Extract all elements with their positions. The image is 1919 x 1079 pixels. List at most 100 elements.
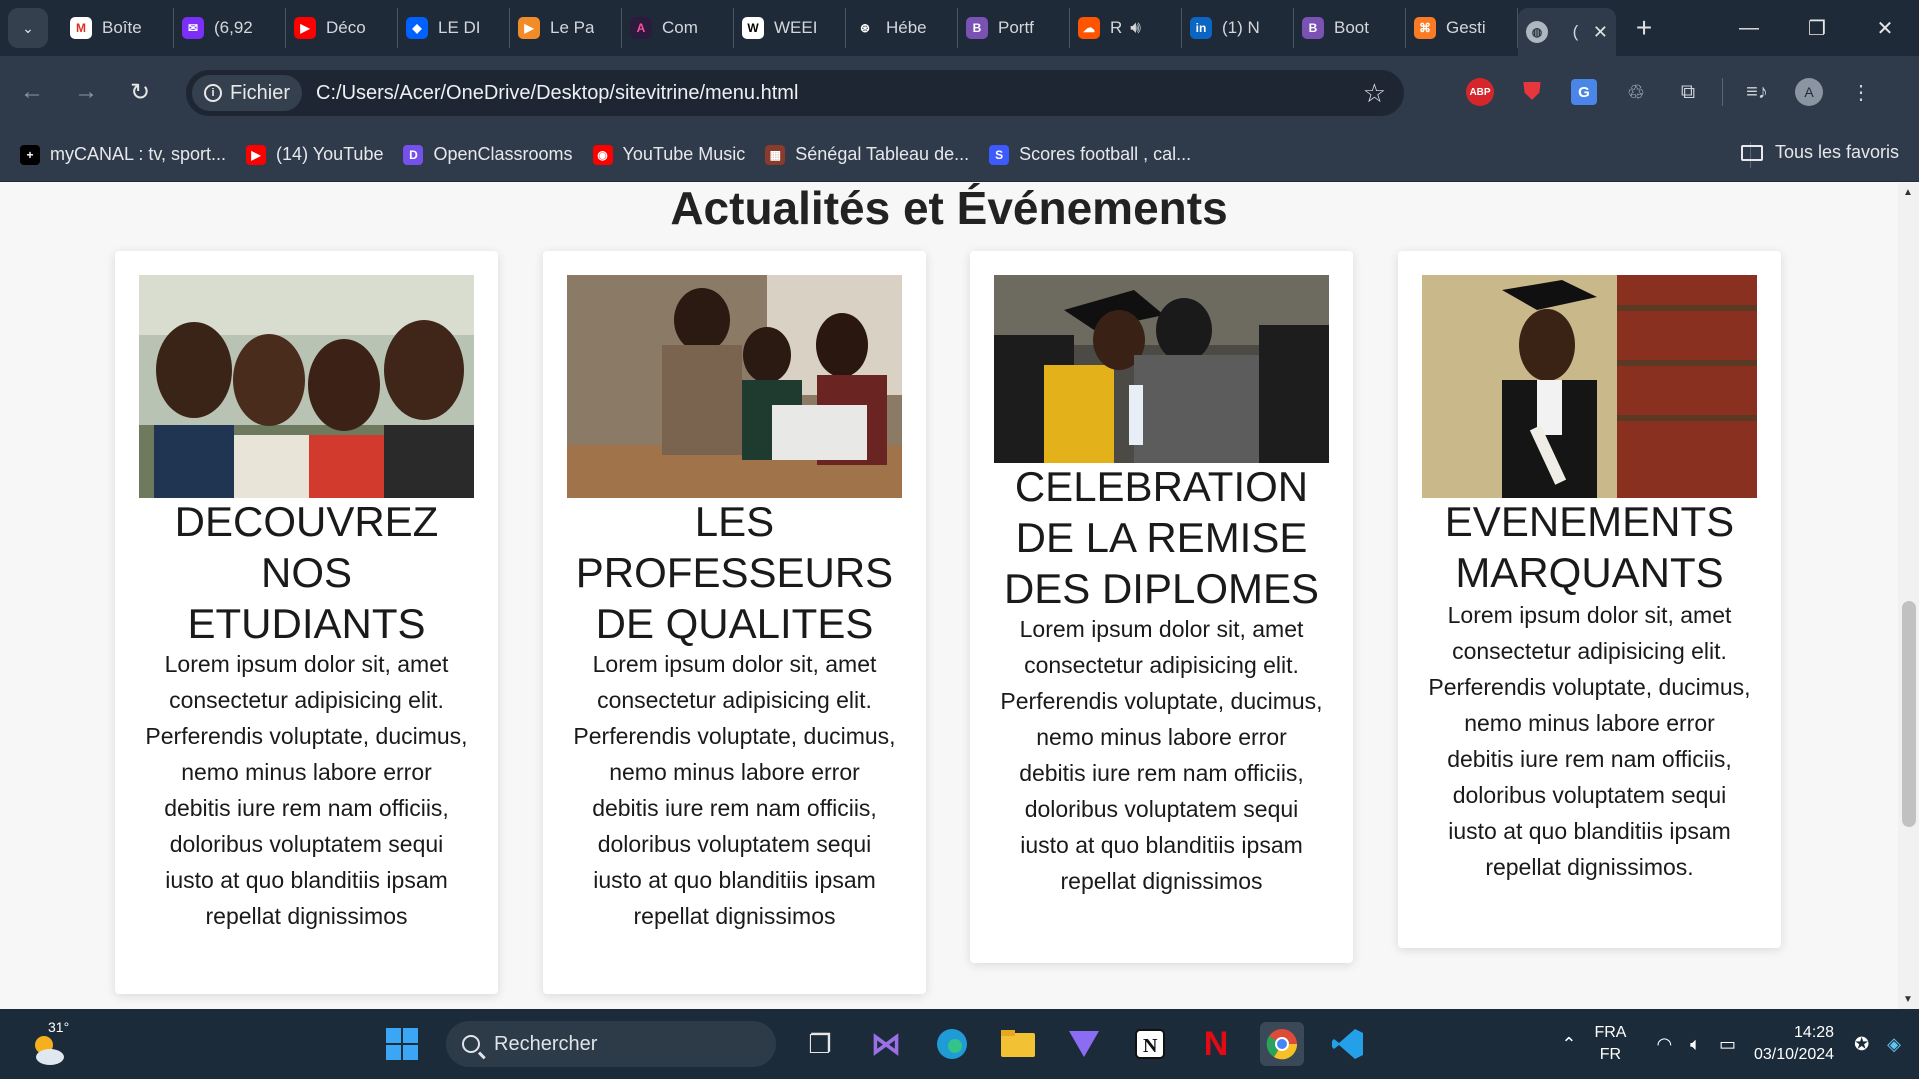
tab-label: Com [662, 18, 698, 37]
tab[interactable]: W WEEI [734, 8, 846, 48]
scroll-down-icon[interactable]: ▼ [1903, 994, 1913, 1005]
card-image [1422, 275, 1757, 498]
google-translate-icon[interactable]: G [1571, 79, 1597, 105]
bookmark-item[interactable]: ▦ Sénégal Tableau de... [765, 144, 969, 165]
scroll-up-icon[interactable]: ▲ [1903, 187, 1913, 198]
tab-audio-icon[interactable]: 🔊︎ [1130, 18, 1141, 38]
bookmark-item[interactable]: + myCANAL : tv, sport... [20, 144, 226, 165]
battery-icon[interactable]: ▭ [1719, 1034, 1736, 1055]
card-title: CELEBRATION DE LA REMISE DES DIPLOMES [1003, 463, 1320, 612]
copilot-icon[interactable]: ◈ [1887, 1034, 1901, 1055]
tab[interactable]: ✉ (6,92 [174, 8, 286, 48]
tab-favicon-icon: ◆ [406, 17, 428, 39]
tab-label: Le Pa [550, 18, 595, 37]
forward-button[interactable]: → [64, 70, 108, 114]
toolbar-divider [1722, 78, 1723, 106]
bookmark-item[interactable]: ◉ YouTube Music [592, 144, 745, 165]
bookmark-star-icon[interactable]: ☆ [1363, 78, 1386, 109]
tab[interactable]: B Boot [1294, 8, 1406, 48]
notion-icon[interactable]: N [1128, 1022, 1172, 1066]
new-tab-button[interactable]: + [1624, 8, 1664, 48]
card-text: Lorem ipsum dolor sit, amet consectetur … [1428, 602, 1751, 880]
card-image [994, 275, 1329, 463]
taskbar-search[interactable]: Rechercher [446, 1021, 776, 1067]
page-scrollbar[interactable]: ▲ ▼ [1898, 183, 1919, 1009]
bookmark-label: Sénégal Tableau de... [795, 144, 970, 164]
url-text[interactable]: C:/Users/Acer/OneDrive/Desktop/sitevitri… [316, 82, 798, 105]
proton-vpn-icon[interactable] [1062, 1022, 1106, 1066]
system-tray: ⌃ FRA FR ◠ 🔈︎ ▭ 14:28 03/10/2024 ✪ ◈ [1561, 1009, 1919, 1079]
profile-avatar[interactable]: A [1795, 78, 1823, 106]
tab[interactable]: ▶ Le Pa [510, 8, 622, 48]
tab-favicon-icon: ⊛ [854, 17, 876, 39]
tab[interactable]: M Boîte [62, 8, 174, 48]
tab-label: ( [1572, 22, 1579, 41]
task-view-icon[interactable]: ❐ [798, 1022, 842, 1066]
tab-label: Gesti [1446, 18, 1486, 37]
shield-icon[interactable]: ⛊ [1514, 74, 1550, 110]
extensions-puzzle-icon[interactable]: ⧉ [1670, 74, 1706, 110]
tab-favicon-icon: B [966, 17, 988, 39]
browser-toolbar: ← → ↻ i Fichier C:/Users/Acer/OneDrive/D… [0, 56, 1919, 128]
tab-search-button[interactable]: ⌄ [8, 8, 48, 48]
weather-widget[interactable]: 31° [28, 1019, 78, 1069]
address-bar[interactable]: i Fichier C:/Users/Acer/OneDrive/Desktop… [186, 70, 1404, 116]
restore-button[interactable]: ❐ [1783, 0, 1851, 56]
tab[interactable]: A Com [622, 8, 734, 48]
volume-icon[interactable]: 🔈︎ [1690, 1034, 1701, 1055]
tab-label: R [1110, 18, 1123, 37]
bookmark-label: Scores football , cal... [1019, 144, 1192, 164]
tab[interactable]: ☁ R 🔊︎ [1070, 8, 1182, 48]
tab-favicon-icon: M [70, 17, 92, 39]
windows-taskbar: 31° Rechercher ❐ ⋈ N N ⌃ FRA FR ◠ 🔈︎ ▭ 1… [0, 1009, 1919, 1079]
tab[interactable]: ⊛ Hébe [846, 8, 958, 48]
file-explorer-icon[interactable] [996, 1022, 1040, 1066]
all-bookmarks-button[interactable]: Tous les favoris [1740, 142, 1899, 163]
bookmark-favicon-icon: + [20, 144, 40, 165]
card-text: Lorem ipsum dolor sit, amet consectetur … [1000, 616, 1323, 894]
vscode-icon[interactable] [1326, 1022, 1370, 1066]
media-control-icon[interactable]: ≡♪ [1739, 74, 1775, 110]
card-title: DECOUVREZ NOS ETUDIANTS [174, 498, 439, 647]
tab-favicon-icon: B [1302, 17, 1324, 39]
temperature: 31° [48, 1019, 70, 1035]
card-students: DECOUVREZ NOS ETUDIANTS Lorem ipsum dolo… [115, 251, 498, 994]
tab[interactable]: in (1) N [1182, 8, 1294, 48]
wifi-icon[interactable]: ◠ [1656, 1034, 1672, 1055]
start-button[interactable] [380, 1022, 424, 1066]
bookmark-item[interactable]: S Scores football , cal... [989, 144, 1191, 165]
reload-button[interactable]: ↻ [118, 70, 162, 114]
tab-label: Déco [326, 18, 366, 37]
language-indicator[interactable]: FRA FR [1594, 1022, 1626, 1066]
adblock-plus-icon[interactable]: ABP [1466, 78, 1494, 106]
clock[interactable]: 14:28 03/10/2024 [1754, 1022, 1834, 1066]
tab-label: (6,92 [214, 18, 253, 37]
menu-kebab-icon[interactable]: ⋮ [1843, 74, 1879, 110]
netflix-icon[interactable]: N [1194, 1022, 1238, 1066]
tab-label: (1) N [1222, 18, 1260, 37]
search-placeholder: Rechercher [494, 1032, 598, 1055]
visual-studio-icon[interactable]: ⋈ [864, 1022, 908, 1066]
chrome-icon[interactable] [1260, 1022, 1304, 1066]
bookmark-item[interactable]: D OpenClassrooms [403, 144, 573, 165]
taskbar-apps: Rechercher ❐ ⋈ N N [380, 1017, 1370, 1071]
show-hidden-icons-chevron-icon[interactable]: ⌃ [1561, 1034, 1576, 1055]
close-window-button[interactable]: ✕ [1851, 0, 1919, 56]
notification-bell-icon[interactable]: ✪ [1854, 1034, 1869, 1055]
bookmark-item[interactable]: ▶ (14) YouTube [246, 144, 383, 165]
tab-active[interactable]: ◍ ( ✕ [1518, 8, 1616, 56]
edge-icon[interactable] [930, 1022, 974, 1066]
recycle-icon[interactable]: ♲ [1618, 74, 1654, 110]
window-controls: — ❐ ✕ [1715, 0, 1919, 56]
back-button[interactable]: ← [10, 70, 54, 114]
tab-label: Boot [1334, 18, 1369, 37]
site-info-chip[interactable]: i Fichier [192, 75, 303, 111]
minimize-button[interactable]: — [1715, 0, 1783, 56]
tab[interactable]: ◆ LE DI [398, 8, 510, 48]
tab-label: LE DI [438, 18, 481, 37]
tab[interactable]: B Portf [958, 8, 1070, 48]
close-tab-icon[interactable]: ✕ [1593, 22, 1608, 43]
scrollbar-thumb[interactable] [1902, 601, 1916, 827]
tab[interactable]: ▶ Déco [286, 8, 398, 48]
tab[interactable]: ⌘ Gesti [1406, 8, 1518, 48]
